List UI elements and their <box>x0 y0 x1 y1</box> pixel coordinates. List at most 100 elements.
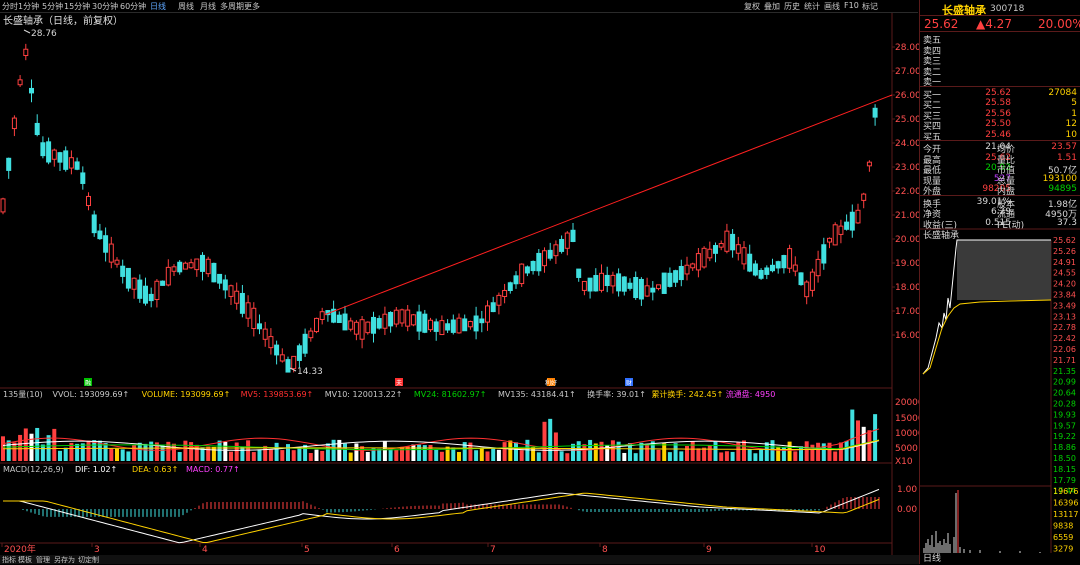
volume-bar <box>308 453 313 461</box>
volume-bar <box>400 446 404 461</box>
volume-bar <box>713 440 718 461</box>
stat-row-cell: 193100 <box>1042 173 1077 184</box>
candle-body <box>279 354 285 362</box>
candle-body <box>428 319 433 331</box>
volume-bar <box>536 452 541 461</box>
volume-bar <box>519 450 524 461</box>
event-label: 利好 <box>545 379 557 387</box>
price-axis-label: 22.00 <box>895 187 919 197</box>
candle-body <box>633 276 639 299</box>
candle-body <box>581 280 587 291</box>
candle-body <box>137 279 143 299</box>
volume-bar <box>582 444 587 461</box>
candle-body <box>781 255 787 269</box>
volume-bar <box>730 451 735 461</box>
volume-bar <box>92 440 97 461</box>
sell-row: 卖四 <box>923 44 1079 57</box>
candle-body <box>63 150 69 170</box>
candle-body <box>308 330 314 339</box>
mini-limit-area <box>957 240 1051 300</box>
candle-body <box>120 265 126 277</box>
mini-vol-label: 6559 <box>1053 533 1073 542</box>
mini-price-label: 18.86 <box>1053 443 1076 452</box>
candle-body <box>673 270 679 283</box>
volume-bar <box>63 447 68 461</box>
month-label: 8 <box>602 545 608 555</box>
candle-body <box>148 293 154 302</box>
candle-body <box>587 277 593 292</box>
volume-bar <box>856 420 860 461</box>
high-label: 28.76 <box>31 29 57 39</box>
candle-body <box>365 321 371 334</box>
kline-chart[interactable]: 28.00 27.00 26.00 25.00 24.00 23.00 22.00 21.00… <box>0 0 919 564</box>
stat-row-cell: 37.3 <box>1056 217 1077 228</box>
mini-bottom-tab: 日线 <box>923 552 941 564</box>
candle-body <box>735 244 741 254</box>
candle-body <box>74 161 80 170</box>
volume-bar <box>770 440 775 461</box>
price-axis-label: 26.00 <box>895 91 919 101</box>
candle-body <box>291 355 297 370</box>
month-label: 4 <box>202 545 208 555</box>
candle-body <box>752 263 758 276</box>
volume-bar <box>457 451 461 461</box>
month-label: 9 <box>706 545 712 555</box>
low-label: 14.33 <box>297 367 323 377</box>
volume-bar <box>508 440 513 461</box>
volume-bar <box>667 452 672 461</box>
candle-body <box>787 248 793 269</box>
volume-bar <box>622 452 627 461</box>
candle-body <box>713 245 718 254</box>
candle-body <box>154 280 160 300</box>
candle-body <box>661 272 667 294</box>
candle-body <box>410 314 416 326</box>
buy-row: 买五 25.46 10 <box>923 130 1079 143</box>
volume-bar <box>354 443 359 461</box>
candle-body <box>616 273 622 292</box>
candle-body <box>832 224 838 246</box>
price-change-pct: 20.00% <box>1038 17 1080 31</box>
stat-row-cell: 94895 <box>1048 184 1077 194</box>
candle-body <box>804 281 810 298</box>
candle-body <box>695 253 701 271</box>
candle-body <box>861 193 867 201</box>
volume-bar <box>867 430 872 461</box>
intraday-mini-chart[interactable]: 长盛轴承 25.62 25.26 24.91 24.55 24.20 23.8423.49 2… <box>920 228 1080 564</box>
volume-bar <box>394 449 399 461</box>
mini-price-label: 21.35 <box>1053 367 1076 376</box>
volume-bar <box>838 442 843 461</box>
candle-body <box>86 195 91 207</box>
mini-price-label: 25.26 <box>1053 247 1076 256</box>
volume-bar <box>679 451 684 461</box>
candle-body <box>359 319 365 340</box>
price-axis-label: 16.00 <box>895 331 919 341</box>
candle-body <box>114 259 120 265</box>
month-label: 3 <box>94 545 100 555</box>
volume-bar <box>639 442 644 461</box>
candle-body <box>821 244 827 264</box>
volume-bar <box>439 451 444 461</box>
candle-body <box>285 359 291 373</box>
candle-body <box>593 275 599 292</box>
month-label: 2020年 <box>4 543 36 555</box>
volume-bar <box>685 446 689 461</box>
candle-body <box>165 266 171 286</box>
candle-body <box>336 314 342 324</box>
mini-vol-label: 3279 <box>1053 545 1073 554</box>
mini-price-label: 17.79 <box>1053 476 1076 485</box>
candle-body <box>621 276 627 292</box>
volume-bar <box>137 442 142 461</box>
candle-body <box>866 161 872 167</box>
buy-row: 买四 25.50 12 <box>923 119 1079 132</box>
volume-bar <box>377 448 382 461</box>
mini-price-label: 24.55 <box>1053 269 1076 278</box>
volume-bar <box>103 443 108 461</box>
sell-row: 卖五 <box>923 33 1079 46</box>
volume-bar <box>485 451 490 461</box>
volume-bar <box>143 443 148 461</box>
candle-body <box>97 230 103 240</box>
volume-bar <box>229 451 233 461</box>
mini-price-label: 20.64 <box>1053 389 1076 398</box>
volume-bar <box>833 451 838 461</box>
price-axis-label: 20.00 <box>895 235 919 245</box>
